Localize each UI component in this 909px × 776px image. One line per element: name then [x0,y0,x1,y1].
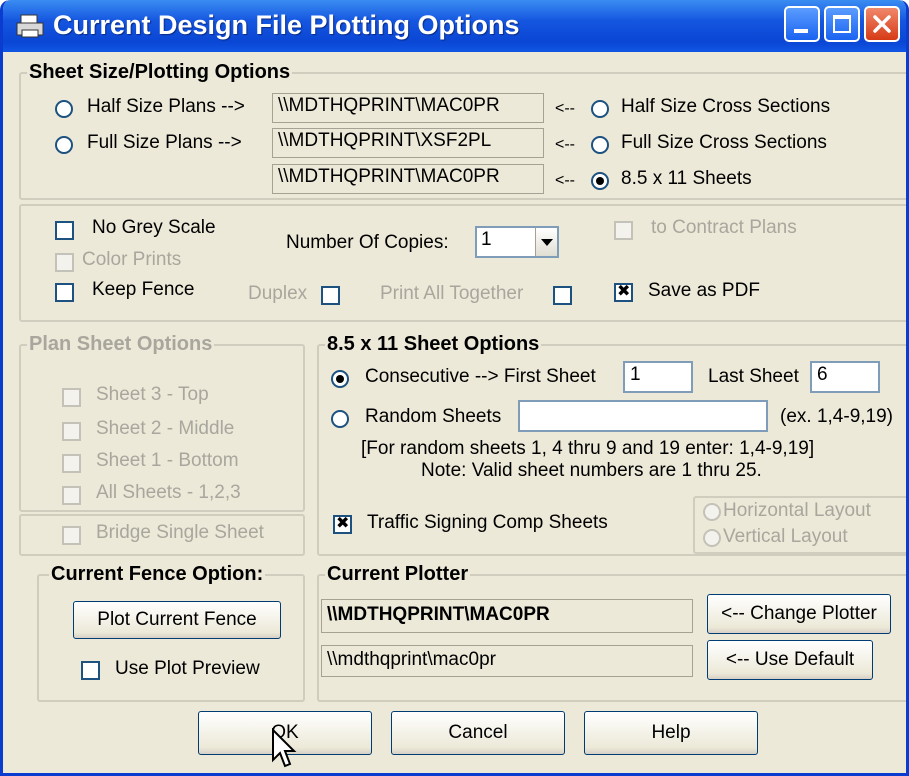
fence-title: Current Fence Option: [49,563,266,586]
maximize-icon [833,15,851,33]
last-sheet-input[interactable]: 6 [810,361,880,393]
vertical-layout-label: Vertical Layout [723,526,848,547]
letter-options-title: 8.5 x 11 Sheet Options [325,333,542,356]
contract-plans-label: to Contract Plans [651,217,797,238]
all-sheets-label: All Sheets - 1,2,3 [96,482,241,503]
vertical-layout-radio[interactable] [703,529,721,547]
use-plot-preview-checkbox[interactable] [81,661,100,680]
dialog-window: Current Design File Plotting Options She… [0,0,909,776]
keep-fence-label: Keep Fence [92,279,195,300]
sheet2-label: Sheet 2 - Middle [96,418,235,439]
half-size-plans-label: Half Size Plans --> [87,96,245,117]
maximize-button[interactable] [824,6,860,42]
letter-sheets-label: 8.5 x 11 Sheets [621,168,752,189]
arrow-label: <-- [555,172,575,189]
random-help-text: [For random sheets 1, 4 thru 9 and 19 en… [361,438,815,459]
letter-printer-field: \\MDTHQPRINT\MAC0PR [272,164,544,194]
full-size-plans-label: Full Size Plans --> [87,132,242,153]
number-of-copies-value: 1 [481,229,492,250]
current-plotter-field: \\MDTHQPRINT\MAC0PR [321,599,693,633]
letter-sheets-radio[interactable] [591,172,609,190]
printer-icon [16,14,44,38]
sheet-size-title: Sheet Size/Plotting Options [27,61,293,84]
minimize-button[interactable] [784,6,820,42]
full-size-cross-radio[interactable] [591,136,609,154]
consecutive-radio[interactable] [331,370,349,388]
plot-current-fence-button[interactable]: Plot Current Fence [73,601,281,639]
bridge-single-checkbox[interactable] [62,526,81,545]
traffic-signing-label: Traffic Signing Comp Sheets [367,512,608,533]
duplex-checkbox[interactable] [321,286,340,305]
duplex-label: Duplex [248,283,308,304]
print-all-together-label: Print All Together [380,283,524,304]
first-sheet-input[interactable]: 1 [623,361,693,393]
half-size-cross-radio[interactable] [591,100,609,118]
use-plot-preview-label: Use Plot Preview [115,658,260,679]
number-of-copies-select[interactable]: 1 [475,226,559,258]
random-sheets-label: Random Sheets [365,406,502,427]
save-as-pdf-label: Save as PDF [648,280,760,301]
plan-sheet-title: Plan Sheet Options [27,333,215,356]
random-sheets-input[interactable] [518,400,768,432]
minimize-icon [794,29,808,33]
random-sheets-radio[interactable] [331,410,349,428]
sheet3-label: Sheet 3 - Top [96,384,209,405]
print-all-together-checkbox[interactable] [553,286,572,305]
save-as-pdf-checkbox[interactable] [614,281,633,302]
color-prints-checkbox[interactable] [55,253,74,272]
chevron-down-icon[interactable] [535,228,557,256]
help-button[interactable]: Help [584,711,758,755]
last-sheet-label: Last Sheet [708,366,799,387]
full-size-printer-field: \\MDTHQPRINT\XSF2PL [272,128,544,158]
full-size-plans-radio[interactable] [55,136,73,154]
valid-sheets-note: Note: Valid sheet numbers are 1 thru 25. [421,460,762,481]
title-bar[interactable]: Current Design File Plotting Options [3,0,906,52]
mouse-cursor-icon [272,728,297,768]
horizontal-layout-radio[interactable] [703,503,721,521]
contract-plans-checkbox[interactable] [614,221,633,240]
half-size-printer-field: \\MDTHQPRINT\MAC0PR [272,93,544,123]
half-size-cross-label: Half Size Cross Sections [621,96,831,117]
arrow-label: <-- [555,100,575,117]
plotter-title: Current Plotter [325,563,471,586]
close-button[interactable] [864,6,900,42]
sheet2-checkbox[interactable] [62,422,81,441]
change-plotter-button[interactable]: <-- Change Plotter [707,594,891,634]
close-icon [873,15,891,33]
no-grey-scale-checkbox[interactable] [55,221,74,240]
default-plotter-field: \\mdthqprint\mac0pr [321,645,693,677]
traffic-signing-checkbox[interactable] [333,513,352,534]
number-of-copies-label: Number Of Copies: [286,232,449,253]
half-size-plans-radio[interactable] [55,100,73,118]
all-sheets-checkbox[interactable] [62,486,81,505]
color-prints-label: Color Prints [82,249,182,270]
window-title: Current Design File Plotting Options [53,10,520,40]
no-grey-scale-label: No Grey Scale [92,217,216,238]
horizontal-layout-label: Horizontal Layout [723,500,871,521]
random-example-label: (ex. 1,4-9,19) [780,406,893,427]
cancel-button[interactable]: Cancel [391,711,565,755]
consecutive-label: Consecutive --> First Sheet [365,366,596,387]
arrow-label: <-- [555,136,575,153]
use-default-button[interactable]: <-- Use Default [707,640,873,680]
bridge-single-label: Bridge Single Sheet [96,522,264,543]
sheet3-checkbox[interactable] [62,388,81,407]
sheet1-label: Sheet 1 - Bottom [96,450,239,471]
full-size-cross-label: Full Size Cross Sections [621,132,827,153]
keep-fence-checkbox[interactable] [55,283,74,302]
sheet1-checkbox[interactable] [62,454,81,473]
